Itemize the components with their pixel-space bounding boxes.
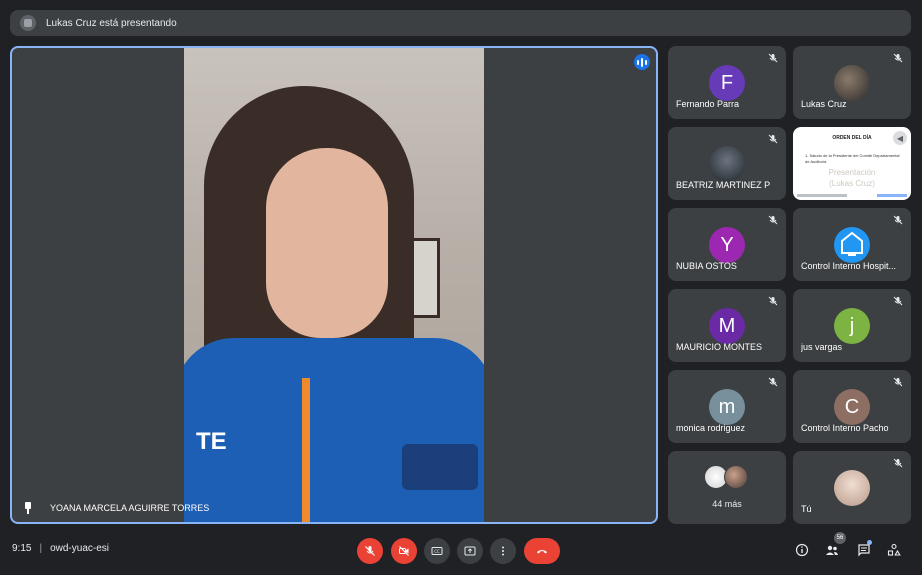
- participant-tile[interactable]: Control Interno Hospit...: [793, 208, 911, 281]
- participant-name: Control Interno Pacho: [801, 423, 889, 433]
- main-video-tile[interactable]: TE YOANA MARCELA AGUIRRE TORRES: [10, 46, 658, 524]
- participant-avatar: j: [834, 308, 870, 344]
- participant-name: jus vargas: [801, 342, 843, 352]
- presenting-text: Lukas Cruz está presentando: [46, 17, 177, 29]
- camera-toggle-button[interactable]: [391, 538, 417, 564]
- activities-button[interactable]: [886, 542, 902, 558]
- participant-name: BEATRIZ MARTINEZ P: [676, 180, 771, 190]
- participant-name: Fernando Parra: [676, 99, 740, 109]
- meeting-code: owd-yuac-esi: [50, 543, 109, 554]
- participant-name: NUBIA OSTOS: [676, 261, 737, 271]
- captions-button[interactable]: CC: [424, 538, 450, 564]
- participant-tile[interactable]: C Control Interno Pacho: [793, 370, 911, 443]
- participant-tile[interactable]: F Fernando Parra: [668, 46, 786, 119]
- hospital-logo-icon: [834, 227, 870, 263]
- jacket-logo: [402, 444, 478, 490]
- speaking-indicator-icon: [634, 54, 650, 70]
- clock-time: 9:15: [12, 543, 32, 554]
- slide-item: 1. Saludo de la Presidente del Comité De…: [805, 153, 900, 164]
- presenting-banner: Lukas Cruz está presentando: [10, 10, 911, 36]
- main-video-feed: TE: [184, 48, 484, 522]
- mic-off-icon: [893, 377, 903, 387]
- video-subject-jacket: [184, 338, 484, 522]
- presentation-tile[interactable]: ◀ ORDEN DEL DÍA 1. Saludo de la Presiden…: [793, 127, 911, 200]
- participant-avatar: M: [709, 308, 745, 344]
- participant-photo: [709, 146, 745, 182]
- participant-tile[interactable]: Lukas Cruz: [793, 46, 911, 119]
- main-participant-name: YOANA MARCELA AGUIRRE TORRES: [50, 503, 210, 513]
- mic-off-icon: [768, 53, 778, 63]
- slide-highlight: Presentación (Lukas Cruz): [828, 168, 876, 188]
- more-participants-avatars: [704, 465, 754, 489]
- chat-icon: [858, 544, 870, 557]
- present-button[interactable]: [457, 538, 483, 564]
- mic-off-icon: [768, 215, 778, 225]
- mic-off-icon: [893, 458, 903, 468]
- participant-tile[interactable]: Y NUBIA OSTOS: [668, 208, 786, 281]
- meeting-info: 9:15 | owd-yuac-esi: [12, 543, 109, 554]
- presenter-avatar: [20, 15, 36, 31]
- mic-off-icon: [768, 296, 778, 306]
- mic-off-icon: [768, 134, 778, 144]
- info-icon: [795, 543, 809, 557]
- jacket-zipper: [302, 378, 310, 522]
- mic-off-icon: [365, 546, 375, 556]
- participant-tile[interactable]: j jus vargas: [793, 289, 911, 362]
- participant-avatar: Y: [709, 227, 745, 263]
- more-vert-icon: [502, 546, 504, 556]
- participant-tile[interactable]: BEATRIZ MARTINEZ P: [668, 127, 786, 200]
- hang-up-icon: [537, 550, 547, 554]
- participant-name: MAURICIO MONTES: [676, 342, 763, 352]
- svg-text:CC: CC: [434, 549, 440, 554]
- people-icon: [826, 545, 838, 555]
- activities-icon: [887, 543, 901, 556]
- people-button[interactable]: [824, 542, 840, 558]
- participant-name: Lukas Cruz: [801, 99, 847, 109]
- self-avatar: [834, 470, 870, 506]
- more-participants-tile[interactable]: 44 más: [668, 451, 786, 524]
- self-name: Tú: [801, 504, 812, 514]
- divider: |: [39, 543, 43, 554]
- mic-off-icon: [893, 53, 903, 63]
- mic-off-icon: [893, 215, 903, 225]
- bottom-control-bar: 9:15 | owd-yuac-esi CC 56: [0, 529, 922, 575]
- main-participant-label: YOANA MARCELA AGUIRRE TORRES: [22, 502, 209, 514]
- self-tile[interactable]: Tú: [793, 451, 911, 524]
- captions-icon: CC: [431, 547, 443, 555]
- participant-avatar: F: [709, 65, 745, 101]
- participant-photo: [834, 65, 870, 101]
- video-subject-face: [266, 148, 388, 338]
- participant-tile[interactable]: M MAURICIO MONTES: [668, 289, 786, 362]
- participant-avatar: m: [709, 389, 745, 425]
- mic-off-icon: [893, 296, 903, 306]
- more-participants-label: 44 más: [712, 499, 742, 509]
- chat-notification-dot: [867, 540, 872, 545]
- participant-avatar: C: [834, 389, 870, 425]
- people-count-badge: 56: [834, 532, 846, 544]
- present-screen-icon: [464, 546, 476, 556]
- mic-toggle-button[interactable]: [357, 538, 383, 564]
- participant-name: monica rodriguez: [676, 423, 746, 433]
- slide-title: ORDEN DEL DÍA: [832, 135, 872, 141]
- camera-off-icon: [399, 546, 409, 556]
- participant-name: Control Interno Hospit...: [801, 261, 897, 271]
- slide-footer-logos: [877, 194, 907, 197]
- meeting-details-button[interactable]: [794, 542, 810, 558]
- participant-tile[interactable]: m monica rodriguez: [668, 370, 786, 443]
- pin-icon[interactable]: [22, 502, 34, 514]
- mic-off-icon: [768, 377, 778, 387]
- leave-call-button[interactable]: [524, 538, 560, 564]
- more-options-button[interactable]: [490, 538, 516, 564]
- slide-footer-left: [797, 194, 847, 197]
- jacket-text: TE: [196, 428, 227, 455]
